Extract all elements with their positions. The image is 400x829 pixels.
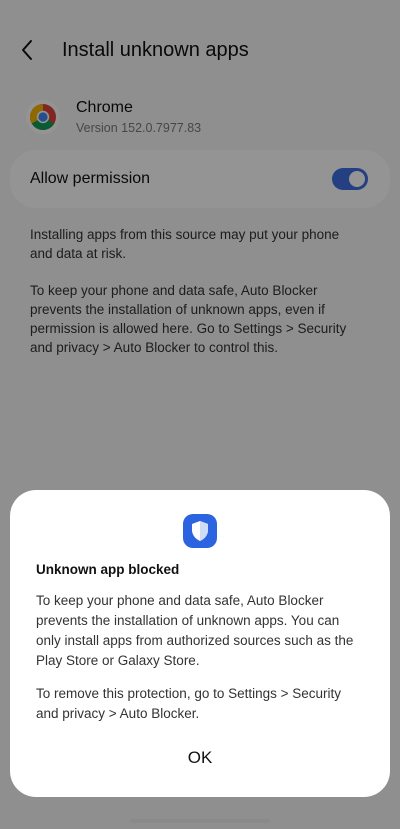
- unknown-app-blocked-dialog: Unknown app blocked To keep your phone a…: [10, 490, 390, 797]
- dialog-title: Unknown app blocked: [36, 562, 180, 577]
- dialog-body: To keep your phone and data safe, Auto B…: [36, 593, 354, 668]
- gesture-nav-handle[interactable]: [130, 819, 270, 823]
- ok-button[interactable]: OK: [10, 742, 390, 774]
- dialog-instructions: To remove this protection, go to Setting…: [36, 686, 342, 721]
- shield-icon: [183, 514, 217, 548]
